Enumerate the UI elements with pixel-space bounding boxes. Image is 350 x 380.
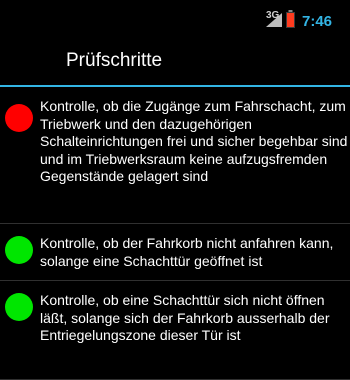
status-indicator-green-icon [5, 236, 33, 264]
network-type: 3G [266, 10, 280, 21]
list-item[interactable]: Kontrolle, ob die Zugänge zum Fahrschach… [0, 87, 350, 224]
action-bar: Prüfschritte [0, 37, 350, 87]
status-indicator-green-icon [5, 293, 33, 321]
status-indicator-red-icon [5, 104, 33, 132]
list-item[interactable]: Kontrolle, ob der Fahrkorb nicht anfahre… [0, 224, 350, 281]
page-title: Prüfschritte [66, 50, 163, 71]
check-steps-list: Kontrolle, ob die Zugänge zum Fahrschach… [0, 87, 350, 380]
status-bar: 3G 7:46 [0, 0, 350, 37]
step-text: Kontrolle, ob der Fahrkorb nicht anfahre… [40, 235, 334, 269]
battery-low-icon [286, 10, 295, 28]
step-text: Kontrolle, ob eine Schachttür sich nicht… [40, 292, 330, 343]
step-text: Kontrolle, ob die Zugänge zum Fahrschach… [40, 98, 348, 184]
status-clock: 7:46 [302, 13, 333, 30]
list-item[interactable]: Kontrolle, ob eine Schachttür sich nicht… [0, 281, 350, 380]
